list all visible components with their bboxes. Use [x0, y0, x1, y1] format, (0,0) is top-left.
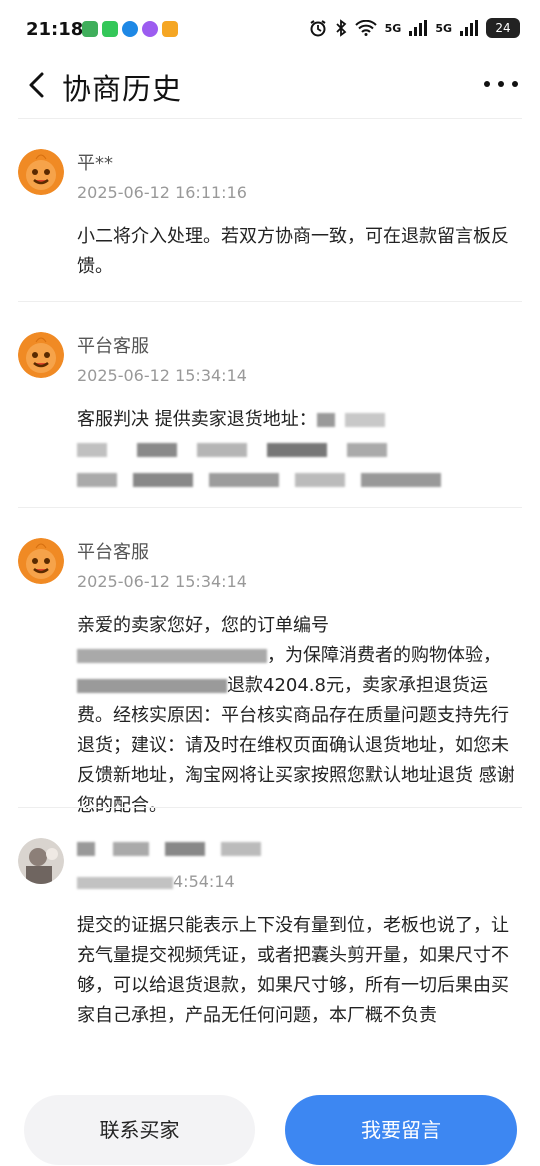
status-time: 21:18: [26, 19, 84, 40]
more-dot-icon: [512, 81, 518, 87]
chevron-left-icon: [29, 72, 44, 98]
entry-content: 小二将介入处理。若双方协商一致，可在退款留言板反馈。: [77, 226, 509, 277]
status-bar: 21:18 5G 5G 24: [0, 0, 540, 60]
status-app-icons: [82, 21, 178, 37]
redacted-text: [344, 413, 385, 427]
entry-author: 平**: [77, 153, 113, 174]
app3-notification-icon: [162, 21, 178, 37]
redacted-text: [77, 443, 107, 457]
entry-content-text: 亲爱的卖家您好，您的订单编号: [77, 615, 329, 636]
more-dot-icon: [484, 81, 490, 87]
redacted-text: [361, 473, 441, 487]
app-notification-icon: [82, 21, 98, 37]
redacted-text: [295, 473, 345, 487]
redacted-text: [209, 473, 279, 487]
redacted-username: [165, 842, 205, 856]
wifi-icon: [354, 20, 377, 36]
leave-message-button[interactable]: 我要留言: [285, 1095, 517, 1165]
entry-content-text: 客服判决 提供卖家退货地址：: [77, 409, 317, 430]
redacted-text: [267, 443, 327, 457]
entry-content-text: ，为保障消费者的购物体验，: [267, 645, 501, 666]
redacted-text: [133, 473, 193, 487]
redacted-username: [113, 842, 149, 856]
entry-content: 客服判决 提供卖家退货地址：: [77, 405, 521, 495]
buyer-avatar: [18, 838, 64, 884]
signal-2-bars-icon: [460, 20, 478, 36]
entry-content: 亲爱的卖家您好，您的订单编号 ，为保障消费者的购物体验，退款4204.8元，卖家…: [77, 611, 521, 821]
bluetooth-icon: [335, 19, 346, 37]
app2-notification-icon: [142, 21, 158, 37]
entry-author: [77, 838, 261, 859]
entry-time: 2025-06-12 16:11:16: [77, 183, 247, 202]
redacted-text: [197, 443, 247, 457]
entry-time: 4:54:14: [77, 872, 235, 891]
signal-1-bars-icon: [409, 20, 428, 36]
entry-author: 平台客服: [77, 336, 149, 357]
redacted-text: [77, 473, 117, 487]
more-options-button[interactable]: [484, 72, 518, 96]
signal-1-label: 5G: [384, 21, 402, 35]
browser-notification-icon: [122, 21, 138, 37]
battery-indicator: 24: [486, 18, 520, 38]
platform-avatar-icon: [18, 149, 64, 195]
redacted-text: [316, 413, 335, 427]
entry-time: 2025-06-12 15:34:14: [77, 366, 247, 385]
redacted-text: [137, 443, 177, 457]
entry-time: 2025-06-12 15:34:14: [77, 572, 247, 591]
redacted-order-number: [77, 649, 267, 663]
alarm-icon: [310, 20, 326, 37]
entry-content-text: 经核实原因：平台核实商品存在质量问题支持先行退货；建议：请及时在维权页面确认退货…: [77, 705, 515, 816]
bottom-action-bar: 联系买家 我要留言: [0, 1085, 540, 1166]
history-entry: 平台客服 2025-06-12 15:34:14 亲爱的卖家您好，您的订单编号 …: [18, 507, 522, 816]
signal-2-label: 5G: [435, 21, 452, 35]
platform-avatar-icon: [18, 332, 64, 378]
status-indicators: 5G 5G 24: [309, 18, 520, 38]
redacted-text: [77, 679, 227, 693]
history-entry: 4:54:14 提交的证据只能表示上下没有量到位，老板也说了，让充气量提交视频凭…: [18, 807, 522, 1067]
more-dot-icon: [498, 81, 504, 87]
platform-avatar-icon: [18, 538, 64, 584]
redacted-text: [347, 443, 387, 457]
header: 协商历史: [0, 60, 540, 112]
redacted-username: [77, 842, 95, 856]
history-entry: 平台客服 2025-06-12 15:34:14 客服判决 提供卖家退货地址：: [18, 301, 522, 507]
message-notification-icon: [102, 21, 118, 37]
negotiation-history-list: 平** 2025-06-12 16:11:16 小二将介入处理。若双方协商一致，…: [0, 118, 540, 1067]
entry-content: 提交的证据只能表示上下没有量到位，老板也说了，让充气量提交视频凭证，或者把囊头剪…: [77, 915, 509, 1026]
entry-time-suffix: 4:54:14: [173, 872, 235, 891]
page-title: 协商历史: [62, 72, 183, 106]
history-entry: 平** 2025-06-12 16:11:16 小二将介入处理。若双方协商一致，…: [18, 118, 522, 301]
redacted-date: [77, 876, 173, 889]
contact-buyer-button[interactable]: 联系买家: [24, 1095, 255, 1165]
redacted-username: [221, 842, 261, 856]
entry-author: 平台客服: [77, 542, 149, 563]
back-button[interactable]: [22, 68, 54, 102]
